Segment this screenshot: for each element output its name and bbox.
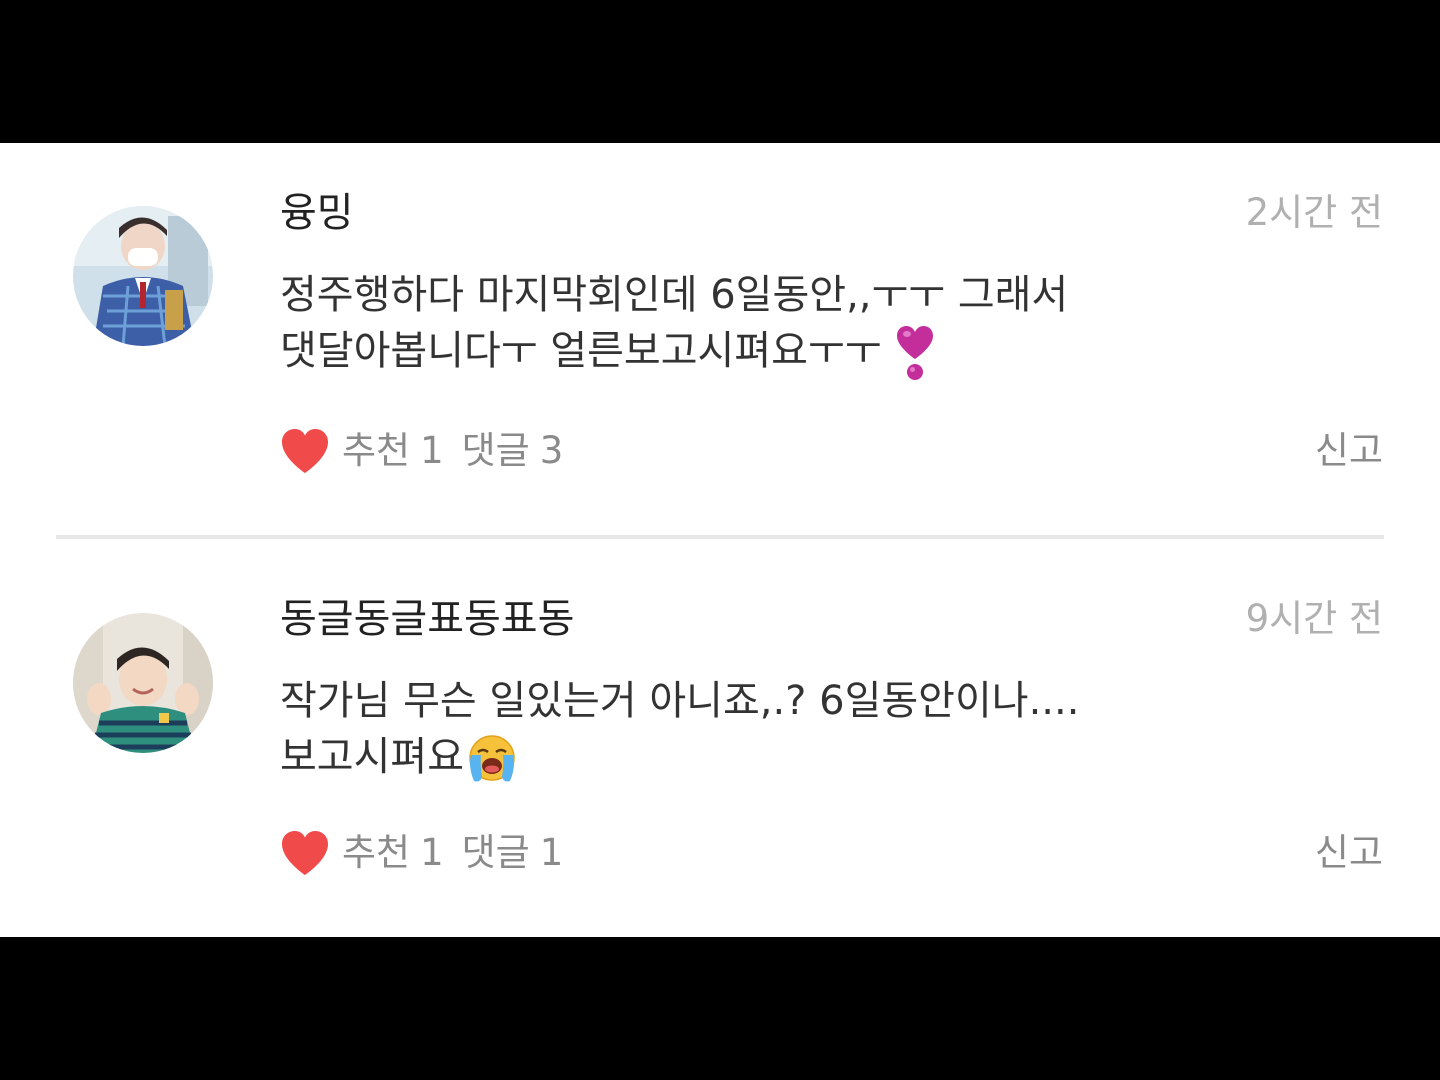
reply-count: 3 bbox=[539, 429, 564, 472]
letterbox-top bbox=[0, 0, 1440, 143]
reply-label[interactable]: 댓글 bbox=[462, 425, 530, 477]
avatar-photo bbox=[73, 613, 213, 753]
like-count: 1 bbox=[420, 429, 444, 472]
avatar-photo bbox=[73, 206, 213, 346]
comment-body-line: 정주행하다 마지막회인데 6일동안,,ㅜㅜ 그래서 bbox=[280, 272, 1069, 318]
like-label[interactable]: 추천 bbox=[342, 425, 410, 477]
reply-label[interactable]: 댓글 bbox=[462, 827, 530, 879]
username[interactable]: 동글동글표동표동 bbox=[280, 595, 574, 643]
like-count: 1 bbox=[420, 831, 444, 874]
comment-item: 동글동글표동표동 9시간 전 작가님 무슨 일있는거 아니죠,.? 6일동안이나… bbox=[0, 539, 1440, 937]
comment-body-line-with-emoji: 댓달아봅니다ㅜ 얼른보고시펴요ㅜㅜ bbox=[280, 323, 1240, 381]
heart-exclamation-icon bbox=[894, 325, 936, 381]
report-button[interactable]: 신고 bbox=[1315, 425, 1383, 477]
report-button[interactable]: 신고 bbox=[1315, 827, 1383, 879]
comment-body: 정주행하다 마지막회인데 6일동안,,ㅜㅜ 그래서 댓달아봅니다ㅜ 얼른보고시펴… bbox=[280, 267, 1240, 381]
reply-count: 1 bbox=[539, 831, 564, 874]
timestamp: 2시간 전 bbox=[1245, 191, 1383, 234]
like-heart-icon[interactable] bbox=[280, 829, 330, 877]
comment-body: 작가님 무슨 일있는거 아니죠,.? 6일동안이나.... 보고시펴요 bbox=[280, 673, 1240, 785]
loudly-crying-face-icon bbox=[466, 733, 518, 785]
comment-body-line-with-emoji: 보고시펴요 bbox=[280, 729, 1240, 785]
comment-actions: 추천 1 댓글 3 bbox=[280, 425, 581, 477]
like-label[interactable]: 추천 bbox=[342, 827, 410, 879]
like-heart-icon[interactable] bbox=[280, 427, 330, 475]
comment-actions: 추천 1 댓글 1 bbox=[280, 827, 581, 879]
comment-list: 융밍 2시간 전 정주행하다 마지막회인데 6일동안,,ㅜㅜ 그래서 댓달아봅니… bbox=[0, 143, 1440, 937]
comment-item: 융밍 2시간 전 정주행하다 마지막회인데 6일동안,,ㅜㅜ 그래서 댓달아봅니… bbox=[0, 143, 1440, 535]
avatar[interactable] bbox=[73, 206, 213, 346]
comment-body-line: 작가님 무슨 일있는거 아니죠,.? 6일동안이나.... bbox=[280, 678, 1080, 724]
timestamp: 9시간 전 bbox=[1245, 597, 1383, 640]
username[interactable]: 융밍 bbox=[280, 189, 354, 237]
avatar[interactable] bbox=[73, 613, 213, 753]
comment-body-line: 보고시펴요 bbox=[280, 734, 464, 780]
comment-body-line: 댓달아봅니다ㅜ 얼른보고시펴요ㅜㅜ bbox=[280, 328, 882, 374]
letterbox-bottom bbox=[0, 937, 1440, 1080]
